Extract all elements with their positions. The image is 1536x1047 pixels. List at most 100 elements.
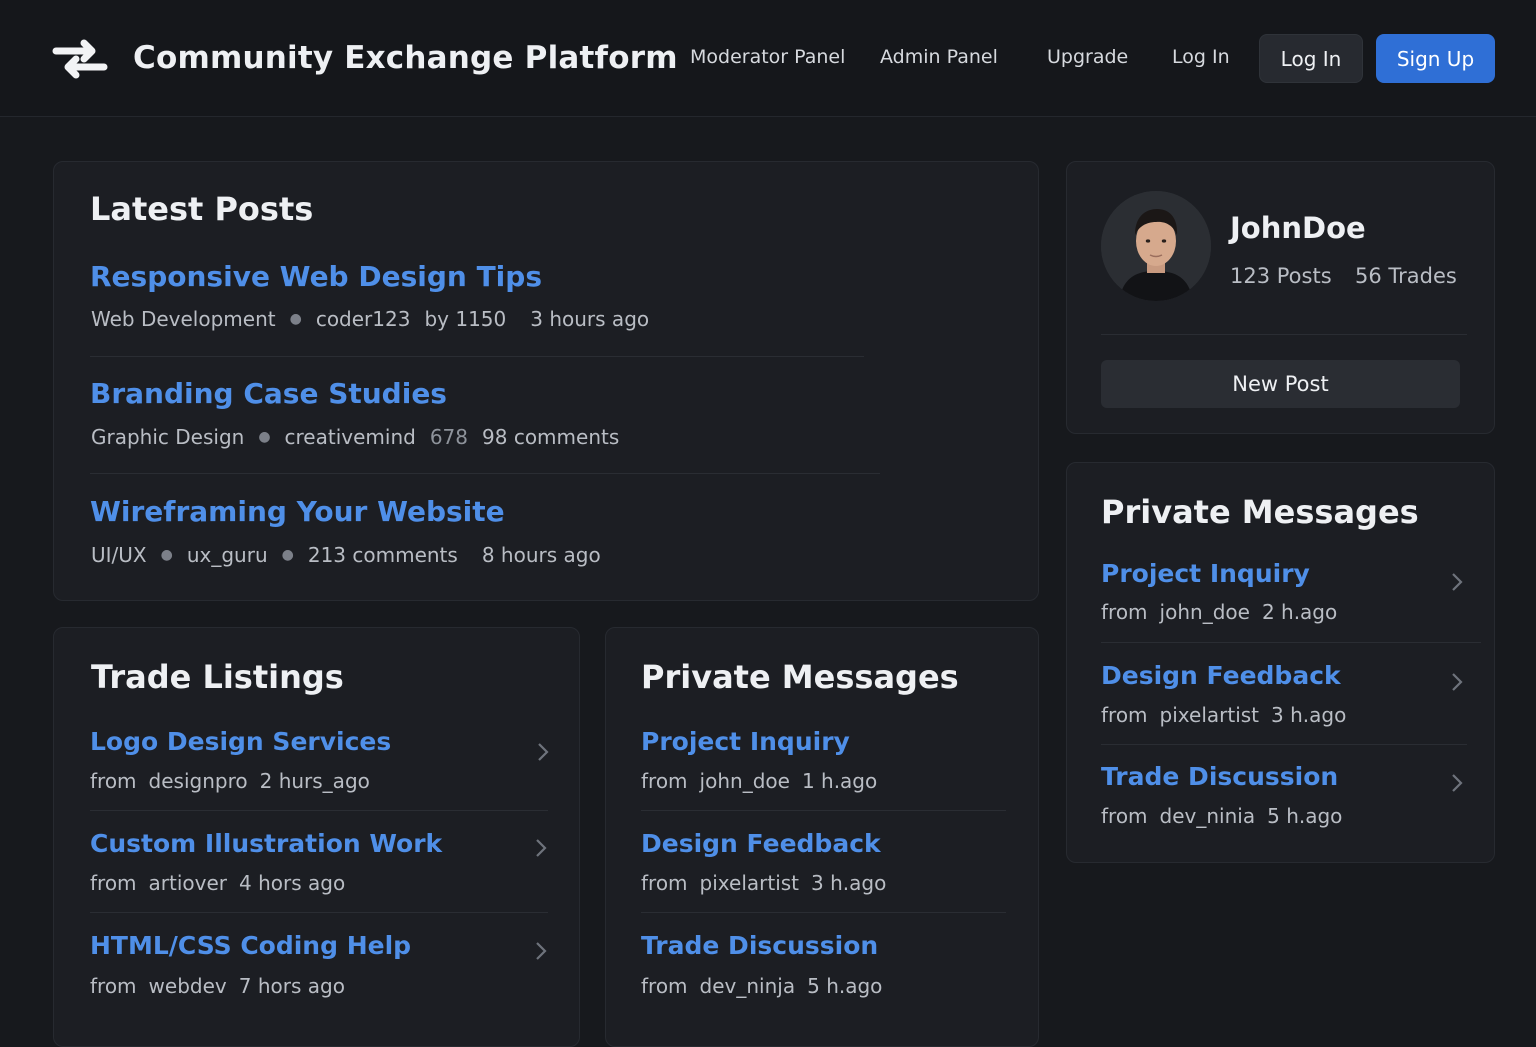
user-avatar-icon <box>1101 191 1211 301</box>
top-header: Community Exchange Platform Moderator Pa… <box>0 0 1536 117</box>
separator-dot: ● <box>289 311 302 327</box>
post-title[interactable]: Branding Case Studies <box>90 377 447 410</box>
message-meta: from john_doe 1 h.ago <box>641 769 889 793</box>
message-time: 3 h.ago <box>1271 703 1347 727</box>
listing-time: 2 hurs_ago <box>259 769 370 793</box>
message-title[interactable]: Trade Discussion <box>1101 762 1338 791</box>
separator-dot: ● <box>281 547 294 563</box>
message-meta: from dev_ninia 5 h.ago <box>1101 804 1354 828</box>
chevron-right-icon[interactable] <box>534 837 548 859</box>
chevron-right-icon[interactable] <box>1450 772 1464 794</box>
chevron-right-icon[interactable] <box>536 741 550 763</box>
post-author[interactable]: coder123 <box>316 307 411 331</box>
nav-upgrade[interactable]: Upgrade <box>1047 46 1128 68</box>
post-author[interactable]: creativemind <box>285 425 416 449</box>
message-title[interactable]: Trade Discussion <box>641 931 878 960</box>
post-comments: 213 comments <box>307 543 458 567</box>
message-time: 1 h.ago <box>801 769 878 793</box>
divider <box>90 912 548 913</box>
listing-user[interactable]: webdev <box>149 974 227 998</box>
from-label: from <box>641 974 688 998</box>
divider <box>1101 642 1481 643</box>
from-label: from <box>641 769 688 793</box>
message-title[interactable]: Design Feedback <box>1101 661 1341 690</box>
listing-time: 4 hors ago <box>239 871 346 895</box>
post-time: 8 hours ago <box>481 543 601 567</box>
listing-user[interactable]: designpro <box>149 769 248 793</box>
divider <box>1101 744 1467 745</box>
post-category[interactable]: Web Development <box>91 307 276 331</box>
latest-posts-card: Latest Posts Responsive Web Design Tips … <box>53 161 1039 601</box>
post-author[interactable]: ux_guru <box>187 543 268 567</box>
latest-posts-heading: Latest Posts <box>90 190 314 228</box>
from-label: from <box>90 769 137 793</box>
message-meta: from pixelartist 3 h.ago <box>1101 703 1358 727</box>
divider <box>1101 334 1467 335</box>
post-category[interactable]: Graphic Design <box>91 425 244 449</box>
message-sender[interactable]: john_doe <box>700 769 790 793</box>
message-meta: from john_doe 2 h.ago <box>1101 600 1349 624</box>
profile-username[interactable]: JohnDoe <box>1230 211 1366 245</box>
listing-user[interactable]: artiover <box>149 871 227 895</box>
listing-meta: from webdev 7 hors ago <box>90 974 357 998</box>
post-time: 3 hours ago <box>530 307 650 331</box>
message-title[interactable]: Design Feedback <box>641 829 881 858</box>
message-time: 2 h.ago <box>1261 600 1338 624</box>
message-sender[interactable]: pixelartist <box>700 871 799 895</box>
listing-meta: from artiover 4 hors ago <box>90 871 357 895</box>
listing-time: 7 hors ago <box>238 974 345 998</box>
listing-title[interactable]: Custom Illustration Work <box>90 829 442 858</box>
post-stat: 678 <box>429 425 469 449</box>
message-meta: from dev_ninja 5 h.ago <box>641 974 894 998</box>
app-title: Community Exchange Platform <box>133 40 678 76</box>
profile-trades-count: 56 Trades <box>1355 264 1457 288</box>
post-meta: UI/UX ● ux_guru ● 213 comments 8 hours a… <box>91 543 615 567</box>
divider <box>641 810 1006 811</box>
trade-listings-card: Trade Listings Logo Design Services from… <box>53 627 580 1047</box>
post-stat: by 1150 <box>424 307 507 331</box>
message-sender[interactable]: pixelartist <box>1160 703 1259 727</box>
chevron-right-icon[interactable] <box>1450 571 1464 593</box>
post-comments: 98 comments <box>482 425 620 449</box>
signup-button[interactable]: Sign Up <box>1376 34 1495 83</box>
from-label: from <box>1101 600 1148 624</box>
divider <box>641 912 1006 913</box>
nav-admin-panel[interactable]: Admin Panel <box>880 46 998 68</box>
trade-listings-heading: Trade Listings <box>91 658 344 696</box>
profile-posts-count: 123 Posts <box>1230 264 1332 288</box>
avatar[interactable] <box>1101 191 1211 301</box>
listing-title[interactable]: HTML/CSS Coding Help <box>90 931 411 960</box>
divider <box>90 356 864 357</box>
message-title[interactable]: Project Inquiry <box>641 727 850 756</box>
post-meta: Web Development ● coder123 by 1150 3 hou… <box>91 307 663 331</box>
message-title[interactable]: Project Inquiry <box>1101 559 1310 588</box>
private-messages-card: Private Messages Project Inquiry from joh… <box>605 627 1039 1047</box>
nav-moderator-panel[interactable]: Moderator Panel <box>690 46 845 68</box>
message-sender[interactable]: dev_ninja <box>700 974 796 998</box>
chevron-right-icon[interactable] <box>534 940 548 962</box>
from-label: from <box>90 974 137 998</box>
message-sender[interactable]: dev_ninia <box>1160 804 1256 828</box>
message-time: 5 h.ago <box>1267 804 1343 828</box>
listing-title[interactable]: Logo Design Services <box>90 727 391 756</box>
private-messages-side-heading: Private Messages <box>1101 493 1419 531</box>
private-messages-heading: Private Messages <box>641 658 959 696</box>
from-label: from <box>641 871 688 895</box>
divider <box>90 810 548 811</box>
separator-dot: ● <box>160 547 173 563</box>
nav-log-in[interactable]: Log In <box>1172 46 1230 68</box>
private-messages-side-card: Private Messages Project Inquiry from joh… <box>1066 462 1495 863</box>
divider <box>90 473 880 474</box>
message-meta: from pixelartist 3 h.ago <box>641 871 898 895</box>
chevron-right-icon[interactable] <box>1450 671 1464 693</box>
exchange-arrows-icon[interactable] <box>52 38 108 80</box>
message-sender[interactable]: john_doe <box>1160 600 1250 624</box>
from-label: from <box>90 871 137 895</box>
login-button[interactable]: Log In <box>1259 34 1363 83</box>
from-label: from <box>1101 703 1148 727</box>
post-title[interactable]: Responsive Web Design Tips <box>90 260 542 293</box>
post-title[interactable]: Wireframing Your Website <box>90 495 505 528</box>
post-category[interactable]: UI/UX <box>91 543 147 567</box>
message-time: 5 h.ago <box>807 974 883 998</box>
new-post-button[interactable]: New Post <box>1101 360 1460 408</box>
